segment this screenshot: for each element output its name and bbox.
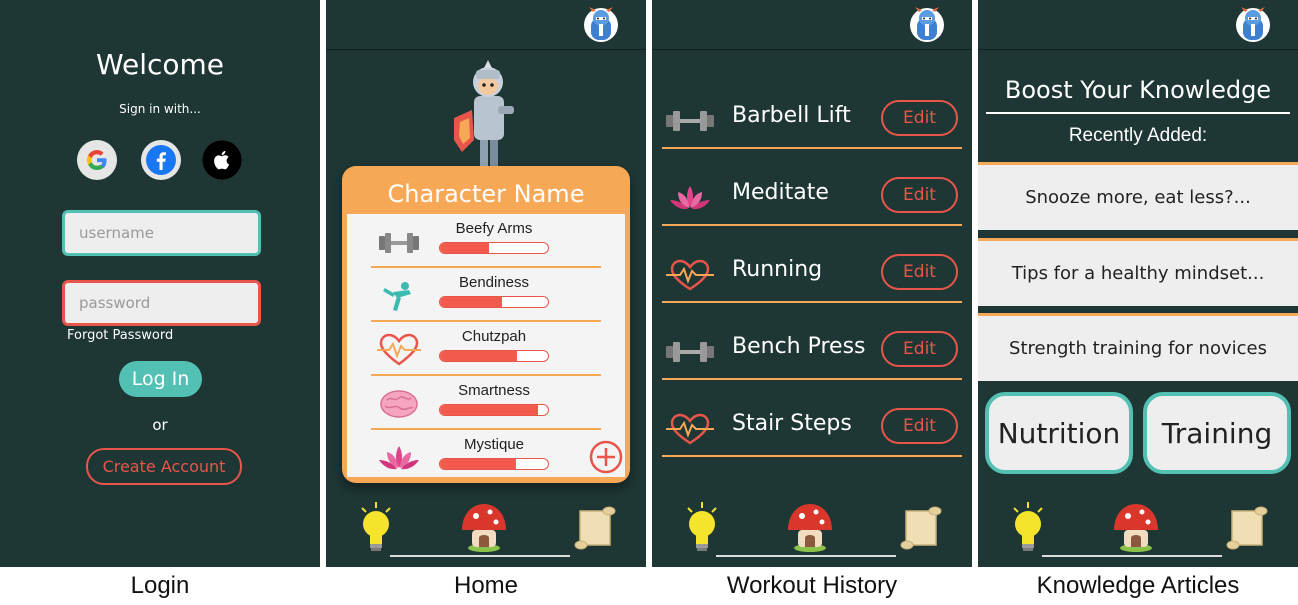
home-nav-indicator xyxy=(716,555,896,557)
edit-button[interactable]: Edit xyxy=(881,100,958,136)
lightbulb-icon[interactable] xyxy=(1008,500,1048,556)
scroll-icon[interactable] xyxy=(572,505,616,551)
stat-progress-fill xyxy=(440,351,517,361)
stat-progress-fill xyxy=(440,297,502,307)
stat-row: Chutzpah xyxy=(371,322,601,376)
heart-icon xyxy=(666,413,714,445)
mushroom-house-icon[interactable] xyxy=(1112,502,1160,552)
barbell-icon xyxy=(379,233,419,253)
mushroom-house-icon[interactable] xyxy=(460,502,508,552)
mascot-avatar-icon[interactable] xyxy=(582,4,620,44)
workout-history-screen: Barbell Lift Edit Meditate Edit Running … xyxy=(652,0,972,567)
facebook-icon[interactable] xyxy=(141,140,181,180)
lightbulb-icon[interactable] xyxy=(356,500,396,556)
knowledge-title: Boost Your Knowledge xyxy=(986,76,1290,114)
sign-in-with-label: Sign in with... xyxy=(119,102,201,116)
apple-icon[interactable] xyxy=(202,140,242,180)
nutrition-button[interactable]: Nutrition xyxy=(985,392,1133,474)
top-bar xyxy=(978,0,1298,50)
knowledge-articles-screen: Boost Your Knowledge Recently Added: Sno… xyxy=(978,0,1298,567)
stat-progress-fill xyxy=(440,459,516,469)
stat-row: Smartness xyxy=(371,376,601,430)
workout-row[interactable]: Running Edit xyxy=(662,253,962,303)
heart-icon xyxy=(666,259,714,291)
username-placeholder: username xyxy=(79,224,154,242)
workout-row[interactable]: Stair Steps Edit xyxy=(662,407,962,457)
heart-icon xyxy=(377,333,421,366)
workout-label: Meditate xyxy=(732,180,829,205)
barbell-icon xyxy=(666,111,714,131)
workout-label: Bench Press xyxy=(732,334,866,359)
caption-home: Home xyxy=(453,572,519,599)
stats-panel: Beefy Arms Bendiness Chutzpah Smartness … xyxy=(347,214,625,477)
mascot-avatar-icon[interactable] xyxy=(1234,4,1272,44)
stat-progress-bar xyxy=(439,242,549,254)
workout-label: Stair Steps xyxy=(732,411,852,436)
stat-progress-bar xyxy=(439,350,549,362)
article-card[interactable]: Snooze more, eat less?... xyxy=(978,162,1298,230)
or-label: or xyxy=(152,416,168,434)
stat-row: Beefy Arms xyxy=(371,214,601,268)
google-icon[interactable] xyxy=(77,140,117,180)
stat-progress-bar xyxy=(439,458,549,470)
training-button[interactable]: Training xyxy=(1143,392,1291,474)
welcome-title: Welcome xyxy=(95,48,225,81)
forgot-password-link[interactable]: Forgot Password xyxy=(67,328,173,343)
login-screen: Welcome Sign in with... username passwor… xyxy=(0,0,320,567)
lightbulb-icon[interactable] xyxy=(682,500,722,556)
login-button[interactable]: Log In xyxy=(119,361,202,397)
scroll-icon[interactable] xyxy=(1224,505,1268,551)
article-card[interactable]: Tips for a healthy mindset... xyxy=(978,238,1298,306)
stat-row: Bendiness xyxy=(371,268,601,322)
username-field[interactable]: username xyxy=(62,210,261,256)
workout-row[interactable]: Bench Press Edit xyxy=(662,330,962,380)
edit-button[interactable]: Edit xyxy=(881,254,958,290)
mushroom-house-icon[interactable] xyxy=(786,502,834,552)
stat-label: Mystique xyxy=(463,436,525,453)
stat-progress-bar xyxy=(439,296,549,308)
top-bar xyxy=(652,0,972,50)
caption-login: Login xyxy=(130,572,190,599)
stat-progress-bar xyxy=(439,404,549,416)
lotus-icon xyxy=(379,446,419,470)
stretch-icon xyxy=(383,282,411,311)
edit-button[interactable]: Edit xyxy=(881,177,958,213)
caption-workout-history: Workout History xyxy=(726,572,898,599)
home-nav-indicator xyxy=(1042,555,1222,557)
workout-row[interactable]: Meditate Edit xyxy=(662,176,962,226)
brain-icon xyxy=(380,390,418,418)
mascot-avatar-icon[interactable] xyxy=(908,4,946,44)
recently-added-label: Recently Added: xyxy=(1068,125,1208,146)
add-stat-button[interactable] xyxy=(589,440,623,474)
stat-row: Mystique xyxy=(371,430,601,484)
scroll-icon[interactable] xyxy=(898,505,942,551)
stat-progress-fill xyxy=(440,405,539,415)
workout-label: Barbell Lift xyxy=(732,103,851,128)
stat-label: Chutzpah xyxy=(461,328,527,345)
stat-label: Smartness xyxy=(458,382,530,399)
home-screen: Character Name Beefy Arms Bendiness Chut… xyxy=(326,0,646,567)
workout-row[interactable]: Barbell Lift Edit xyxy=(662,99,962,149)
stat-progress-fill xyxy=(440,243,489,253)
stat-label: Bendiness xyxy=(458,274,530,291)
article-card[interactable]: Strength training for novices xyxy=(978,313,1298,381)
character-card: Character Name Beefy Arms Bendiness Chut… xyxy=(342,166,630,483)
home-nav-indicator xyxy=(390,555,570,557)
workout-label: Running xyxy=(732,257,823,282)
password-placeholder: password xyxy=(79,294,151,312)
stat-label: Beefy Arms xyxy=(455,220,533,237)
top-bar xyxy=(326,0,646,50)
character-name[interactable]: Character Name xyxy=(342,180,630,208)
knight-character-icon xyxy=(454,60,514,183)
create-account-button[interactable]: Create Account xyxy=(86,448,242,485)
edit-button[interactable]: Edit xyxy=(881,408,958,444)
password-field[interactable]: password xyxy=(62,280,261,326)
caption-knowledge-articles: Knowledge Articles xyxy=(1036,572,1240,599)
edit-button[interactable]: Edit xyxy=(881,331,958,367)
lotus-icon xyxy=(670,186,710,210)
barbell-icon xyxy=(666,342,714,362)
